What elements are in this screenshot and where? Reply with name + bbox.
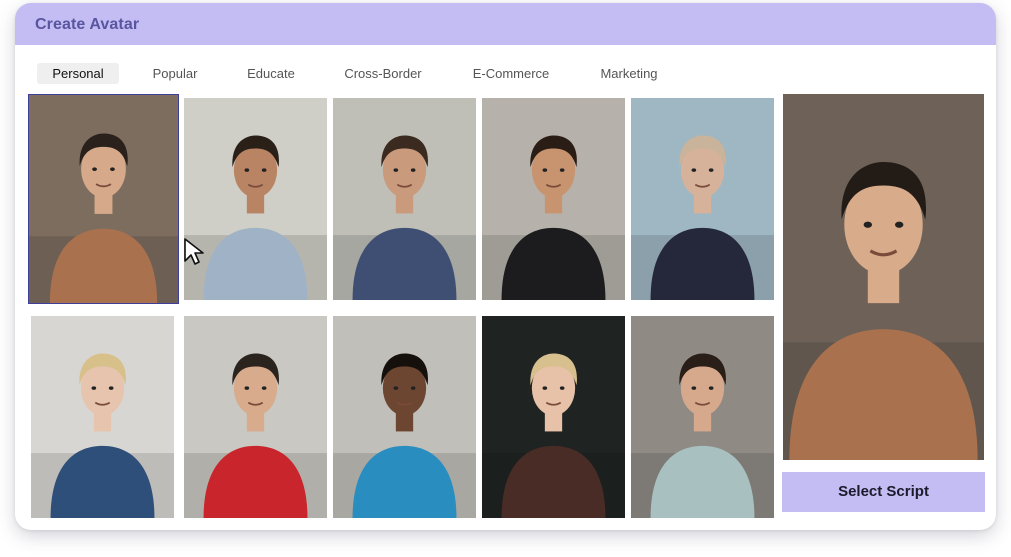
tab-educate[interactable]: Educate [233, 63, 309, 84]
avatar-tile-7[interactable] [184, 316, 327, 518]
avatar-tile-1[interactable] [28, 94, 179, 304]
avatar-portrait [631, 98, 774, 300]
tab-marketing[interactable]: Marketing [589, 63, 669, 84]
avatar-portrait [184, 316, 327, 518]
panel-header: Create Avatar [15, 3, 996, 45]
avatar-portrait [31, 316, 174, 518]
avatar-portrait [631, 316, 774, 518]
avatar-portrait [333, 316, 476, 518]
avatar-tile-10[interactable] [631, 316, 774, 518]
create-avatar-panel: Create Avatar Personal Popular Educate C… [15, 3, 996, 530]
avatar-portrait [482, 316, 625, 518]
panel-title: Create Avatar [35, 16, 140, 33]
avatar-tile-3[interactable] [333, 98, 476, 300]
avatar-tile-6[interactable] [31, 316, 174, 518]
avatar-preview [783, 94, 984, 460]
avatar-tile-9[interactable] [482, 316, 625, 518]
tab-cross-border[interactable]: Cross-Border [333, 63, 433, 84]
tab-e-commerce[interactable]: E-Commerce [461, 63, 561, 84]
avatar-portrait [333, 98, 476, 300]
tab-personal[interactable]: Personal [37, 63, 119, 84]
avatar-tile-8[interactable] [333, 316, 476, 518]
select-script-button[interactable]: Select Script [782, 472, 985, 512]
avatar-portrait [783, 94, 984, 460]
avatar-portrait [482, 98, 625, 300]
avatar-tile-2[interactable] [184, 98, 327, 300]
tab-popular[interactable]: Popular [137, 63, 213, 84]
mouse-pointer-icon [184, 238, 204, 265]
avatar-tile-4[interactable] [482, 98, 625, 300]
avatar-portrait [184, 98, 327, 300]
avatar-portrait [29, 95, 178, 303]
avatar-tile-5[interactable] [631, 98, 774, 300]
